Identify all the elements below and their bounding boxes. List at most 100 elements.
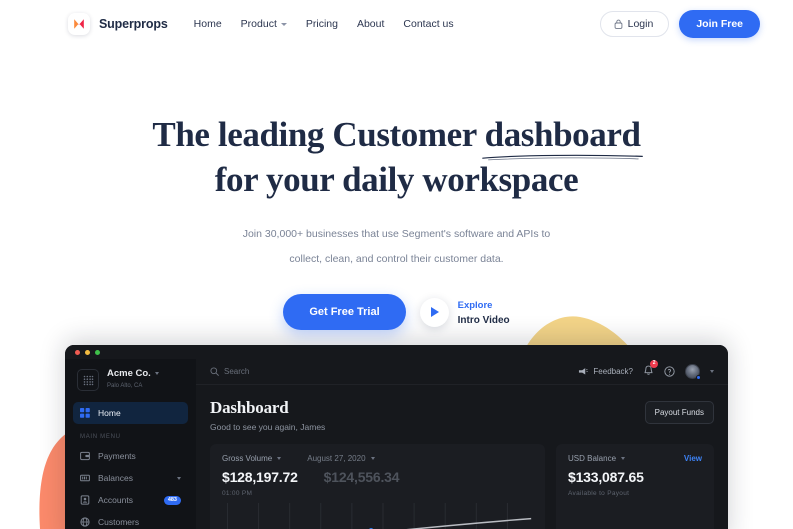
gross-volume-date-label: August 27, 2020 xyxy=(307,454,366,464)
join-free-button[interactable]: Join Free xyxy=(679,10,760,38)
dashboard-greeting: Good to see you again, James xyxy=(210,422,326,433)
lock-icon xyxy=(614,19,622,29)
dashboard-sidebar: Acme Co. Palo Alto, CA Home MAIN MENU Pa… xyxy=(65,359,196,529)
hero-subtitle: Join 30,000+ businesses that use Segment… xyxy=(0,222,793,272)
search-input[interactable]: Search xyxy=(210,367,249,376)
nav-link-home-label: Home xyxy=(193,18,222,30)
sidebar-item-balances[interactable]: Balances xyxy=(73,467,188,489)
chevron-down-icon[interactable] xyxy=(710,370,714,374)
help-circle-icon[interactable] xyxy=(664,366,675,378)
gross-volume-selector[interactable]: Gross Volume xyxy=(222,454,282,463)
brand-name: Superprops xyxy=(99,17,168,31)
nav-link-about[interactable]: About xyxy=(357,18,384,30)
nav-link-pricing-label: Pricing xyxy=(305,18,338,30)
chevron-down-icon xyxy=(154,372,159,376)
usd-balance-label: USD Balance xyxy=(568,454,617,464)
nav-link-product[interactable]: Product xyxy=(241,18,287,30)
sidebar-item-balances-label: Balances xyxy=(98,473,133,484)
intro-video-text: Explore Intro Video xyxy=(458,297,510,327)
sidebar-item-home[interactable]: Home xyxy=(73,402,188,425)
window-minimize-dot-icon[interactable] xyxy=(85,349,90,355)
sidebar-item-payments-label: Payments xyxy=(98,451,136,462)
usd-balance-card-header: USD Balance View xyxy=(568,454,702,463)
nav-link-contact-us[interactable]: Contact us xyxy=(403,18,453,30)
wallet-icon xyxy=(80,452,90,461)
chevron-down-icon[interactable] xyxy=(177,476,181,480)
id-card-icon xyxy=(80,495,90,506)
gross-volume-date-selector[interactable]: August 27, 2020 xyxy=(307,454,375,464)
nav-link-product-label: Product xyxy=(240,18,277,30)
top-navigation-bar: Superprops Home Product Pricing About Co… xyxy=(0,0,793,48)
hero-section: The leading Customer dashboard for your … xyxy=(0,112,793,330)
dashboard-main: Search Feedback? 2 Dashboard Good to see… xyxy=(196,359,728,529)
gross-volume-card: Gross Volume August 27, 2020 $128,197.72… xyxy=(210,444,545,529)
nav-link-about-label: About xyxy=(356,18,385,30)
brand-logo[interactable]: Superprops xyxy=(68,13,168,35)
usd-balance-note: Available to Payout xyxy=(568,490,630,498)
sidebar-item-customers-label: Customers xyxy=(98,517,140,528)
sidebar-item-accounts-badge: 483 xyxy=(163,496,181,505)
bills-icon xyxy=(80,475,90,482)
usd-balance-value: $133,087.65 xyxy=(568,469,644,486)
dashboard-toolbar: Search Feedback? 2 xyxy=(196,359,728,386)
hero-cta-row: Get Free Trial Explore Intro Video xyxy=(0,294,793,330)
usd-balance-view-link[interactable]: View xyxy=(684,454,702,463)
org-location: Palo Alto, CA xyxy=(107,383,143,390)
headline-line1-prefix: The leading Customer xyxy=(152,115,485,154)
sidebar-item-home-label: Home xyxy=(98,408,121,419)
notification-count-badge: 2 xyxy=(650,359,658,368)
notifications-bell[interactable]: 2 xyxy=(643,359,658,381)
nav-link-home[interactable]: Home xyxy=(194,18,222,30)
gross-volume-time-note: 01:00 PM xyxy=(222,490,253,498)
feedback-label: Feedback? xyxy=(593,367,633,377)
window-close-dot-icon[interactable] xyxy=(75,349,80,355)
usd-balance-values: $133,087.65 xyxy=(568,469,702,485)
hero-subtitle-line1: Join 30,000+ businesses that use Segment… xyxy=(242,228,551,240)
get-free-trial-button[interactable]: Get Free Trial xyxy=(283,294,406,330)
chevron-down-icon xyxy=(621,457,626,461)
login-button-label: Login xyxy=(627,18,654,30)
org-text: Acme Co. Palo Alto, CA xyxy=(107,368,159,392)
search-placeholder: Search xyxy=(224,367,250,377)
nav-link-contact-us-label: Contact us xyxy=(403,18,454,30)
nav-link-pricing[interactable]: Pricing xyxy=(306,18,338,30)
sidebar-item-customers[interactable]: Customers xyxy=(73,511,188,529)
org-name-row: Acme Co. xyxy=(107,368,159,379)
window-maximize-dot-icon[interactable] xyxy=(95,349,100,355)
page-title: The leading Customer dashboard for your … xyxy=(0,112,793,202)
superprops-butterfly-logo-icon xyxy=(68,13,90,35)
org-switcher[interactable]: Acme Co. Palo Alto, CA xyxy=(73,359,188,402)
usd-balance-selector[interactable]: USD Balance xyxy=(568,454,626,464)
intro-video-link[interactable]: Explore Intro Video xyxy=(419,297,510,327)
headline-emphasis: dashboard xyxy=(481,112,643,161)
org-name: Acme Co. xyxy=(107,368,151,380)
chevron-down-icon xyxy=(370,457,375,461)
toolbar-actions: Feedback? 2 xyxy=(578,359,714,381)
grid-avatar-icon xyxy=(77,369,99,392)
globe-icon xyxy=(80,517,90,528)
intro-video-kicker: Explore xyxy=(457,300,493,311)
gross-volume-values: $128,197.72 $124,556.34 xyxy=(222,469,533,485)
headline-line1-emphasis: dashboard xyxy=(484,115,641,154)
dashboard-header: Dashboard Good to see you again, James P… xyxy=(196,385,728,432)
sidebar-item-accounts-label: Accounts xyxy=(98,495,133,506)
chevron-down-icon xyxy=(277,457,282,461)
headline-line2: for your daily workspace xyxy=(214,160,579,199)
grid-icon xyxy=(80,408,90,419)
play-icon[interactable] xyxy=(419,297,449,327)
usd-balance-card: USD Balance View $133,087.65 Available t… xyxy=(556,444,714,529)
feedback-button[interactable]: Feedback? xyxy=(578,367,633,376)
sidebar-section-label: MAIN MENU xyxy=(80,434,121,441)
sidebar-item-accounts[interactable]: Accounts 483 xyxy=(73,489,188,511)
payout-funds-button[interactable]: Payout Funds xyxy=(644,401,714,425)
dashboard-mockup: Acme Co. Palo Alto, CA Home MAIN MENU Pa… xyxy=(65,345,728,529)
intro-video-label: Intro Video xyxy=(457,315,510,326)
user-avatar[interactable] xyxy=(685,364,701,381)
chevron-down-icon xyxy=(280,22,287,26)
dashboard-header-text: Dashboard Good to see you again, James xyxy=(210,398,325,432)
sidebar-item-payments[interactable]: Payments xyxy=(73,445,188,467)
gross-volume-chart xyxy=(222,503,533,529)
login-button[interactable]: Login xyxy=(599,11,670,37)
search-icon xyxy=(210,367,219,377)
megaphone-icon xyxy=(579,368,589,375)
